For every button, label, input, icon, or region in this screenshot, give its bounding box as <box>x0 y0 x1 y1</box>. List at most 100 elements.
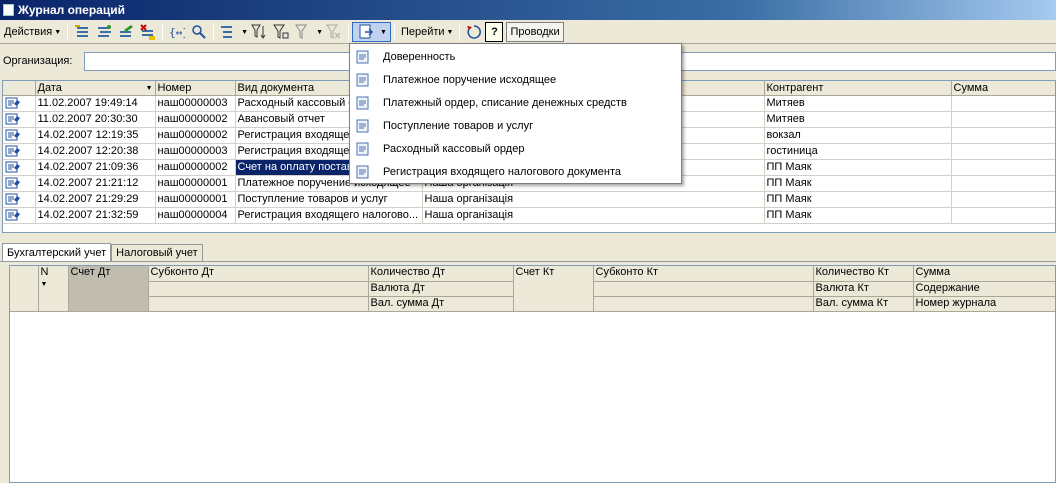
document-icon <box>3 95 36 112</box>
cell-date[interactable]: 11.02.2007 20:30:30 <box>35 111 156 128</box>
cell-date[interactable]: 11.02.2007 19:49:14 <box>35 95 156 112</box>
column-header-currency-dt[interactable]: Валюта Дт <box>368 281 514 297</box>
table-row[interactable]: 14.02.2007 21:32:59 наш00000004 Регистраци… <box>3 207 1055 224</box>
edit-row-icon[interactable] <box>117 23 135 41</box>
document-icon <box>350 142 376 156</box>
column-header-subconto-dt[interactable]: Субконто Дт <box>148 266 369 282</box>
cell-sum[interactable]: 4 <box>951 143 1055 160</box>
interval-icon[interactable]: {↔} <box>168 23 186 41</box>
cell-counterparty[interactable]: ПП Маяк <box>764 207 952 224</box>
cell-number[interactable]: наш00000002 <box>155 159 236 176</box>
column-header-subconto-kt-3[interactable] <box>593 296 814 312</box>
goto-menu-button[interactable]: Перейти ▼ <box>398 22 457 42</box>
menu-item[interactable]: Поступление товаров и услуг <box>350 114 681 137</box>
cell-date[interactable]: 14.02.2007 12:19:35 <box>35 127 156 144</box>
document-icon <box>3 207 36 224</box>
document-icon <box>3 159 36 176</box>
cell-sum[interactable]: 8 <box>951 191 1055 208</box>
cell-number[interactable]: наш00000001 <box>155 175 236 192</box>
add-row-icon[interactable] <box>73 23 91 41</box>
menu-item[interactable]: Платежный ордер, списание денежных средс… <box>350 91 681 114</box>
toolbar: Действия ▼ {↔} ▼ ▼ ▼ <box>0 21 1056 44</box>
toolbar-separator <box>393 23 395 41</box>
column-header-currency-kt[interactable]: Валюта Кт <box>813 281 914 297</box>
cell-date[interactable]: 14.02.2007 21:21:12 <box>35 175 156 192</box>
sort-arrow-icon: ▼ <box>40 281 48 288</box>
cell-counterparty[interactable]: ПП Маяк <box>764 159 952 176</box>
cell-sum[interactable]: 8 <box>951 175 1055 192</box>
cell-date[interactable]: 14.02.2007 21:32:59 <box>35 207 156 224</box>
cell-doc-type[interactable]: Регистрация входящего налогово... <box>235 207 423 224</box>
column-header-cur-sum-dt[interactable]: Вал. сумма Дт <box>368 296 514 312</box>
delete-row-icon[interactable] <box>139 23 157 41</box>
cell-sum[interactable]: 5 <box>951 159 1055 176</box>
menu-item[interactable]: Расходный кассовый ордер <box>350 137 681 160</box>
cell-number[interactable]: наш00000002 <box>155 127 236 144</box>
cell-organization[interactable]: Наша організація <box>422 207 765 224</box>
filter-dropdown-icon[interactable] <box>294 23 312 41</box>
create-based-on-button[interactable]: ▼ <box>352 22 391 42</box>
column-header-account-kt[interactable]: Счет Кт <box>513 266 594 312</box>
cell-counterparty[interactable]: ПП Маяк <box>764 175 952 192</box>
tab-strip: Бухгалтерский учет Налоговый учет <box>2 243 203 262</box>
filter-icon[interactable] <box>250 23 268 41</box>
cell-sum[interactable]: 8 <box>951 111 1055 128</box>
column-header-n[interactable]: N ▼ <box>38 266 69 312</box>
hierarchy-icon[interactable] <box>219 23 237 41</box>
create-based-on-icon <box>358 23 376 41</box>
cell-sum[interactable]: 1 0 <box>951 95 1055 112</box>
tab-accounting[interactable]: Бухгалтерский учет <box>2 243 112 261</box>
help-button[interactable]: ? <box>485 22 504 42</box>
menu-item[interactable]: Регистрация входящего налогового докумен… <box>350 160 681 183</box>
cell-sum[interactable]: 1 <box>951 127 1055 144</box>
column-header-cur-sum-kt[interactable]: Вал. сумма Кт <box>813 296 914 312</box>
cell-date[interactable]: 14.02.2007 21:09:36 <box>35 159 156 176</box>
column-header-subconto-kt-2[interactable] <box>593 281 814 297</box>
cell-number[interactable]: наш00000002 <box>155 111 236 128</box>
cell-number[interactable]: наш00000003 <box>155 95 236 112</box>
column-header-qty-dt[interactable]: Количество Дт <box>368 266 514 282</box>
cell-date[interactable]: 14.02.2007 12:20:38 <box>35 143 156 160</box>
postings-button[interactable]: Проводки <box>506 22 564 42</box>
column-header-journal-number[interactable]: Номер журнала <box>913 296 1055 312</box>
refresh-icon[interactable] <box>465 23 483 41</box>
cell-number[interactable]: наш00000001 <box>155 191 236 208</box>
document-icon <box>350 96 376 110</box>
cell-counterparty[interactable]: Митяев <box>764 95 952 112</box>
table-row[interactable]: 14.02.2007 21:29:29 наш00000001 Поступлени… <box>3 191 1055 208</box>
column-header-counterparty[interactable]: Контрагент <box>764 81 952 96</box>
menu-item[interactable]: Доверенность <box>350 45 681 68</box>
cell-date[interactable]: 14.02.2007 21:29:29 <box>35 191 156 208</box>
cell-doc-type[interactable]: Поступление товаров и услуг <box>235 191 423 208</box>
icon-column-header[interactable] <box>3 81 36 96</box>
filter-by-value-icon[interactable] <box>272 23 290 41</box>
tab-tax[interactable]: Налоговый учет <box>111 244 203 261</box>
cell-counterparty[interactable]: ПП Маяк <box>764 191 952 208</box>
column-header-subconto-dt-3[interactable] <box>148 296 369 312</box>
find-icon[interactable] <box>190 23 208 41</box>
cell-organization[interactable]: Наша організація <box>422 191 765 208</box>
document-icon <box>3 143 36 160</box>
column-header-date[interactable]: Дата ▼ <box>35 81 156 96</box>
chevron-down-icon[interactable]: ▼ <box>241 29 248 36</box>
cell-counterparty[interactable]: гостиница <box>764 143 952 160</box>
column-header-sum[interactable]: Сумма <box>951 81 1055 96</box>
copy-row-icon[interactable] <box>95 23 113 41</box>
postings-table: N ▼ Счет Дт Субконто Дт Количество Дт Сче… <box>9 265 1056 483</box>
cell-number[interactable]: наш00000004 <box>155 207 236 224</box>
cell-sum[interactable]: 8 <box>951 207 1055 224</box>
column-header-qty-kt[interactable]: Количество Кт <box>813 266 914 282</box>
cell-counterparty[interactable]: Митяев <box>764 111 952 128</box>
filter-off-icon[interactable] <box>325 23 343 41</box>
menu-item[interactable]: Платежное поручение исходящее <box>350 68 681 91</box>
cell-counterparty[interactable]: вокзал <box>764 127 952 144</box>
column-header-number[interactable]: Номер <box>155 81 236 96</box>
column-header-subconto-kt[interactable]: Субконто Кт <box>593 266 814 282</box>
column-header-subconto-dt-2[interactable] <box>148 281 369 297</box>
cell-number[interactable]: наш00000003 <box>155 143 236 160</box>
column-header-account-dt[interactable]: Счет Дт <box>68 266 149 312</box>
column-header-content[interactable]: Содержание <box>913 281 1055 297</box>
actions-menu-button[interactable]: Действия ▼ <box>1 22 64 42</box>
column-header-sum[interactable]: Сумма <box>913 266 1055 282</box>
chevron-down-icon[interactable]: ▼ <box>316 29 323 36</box>
